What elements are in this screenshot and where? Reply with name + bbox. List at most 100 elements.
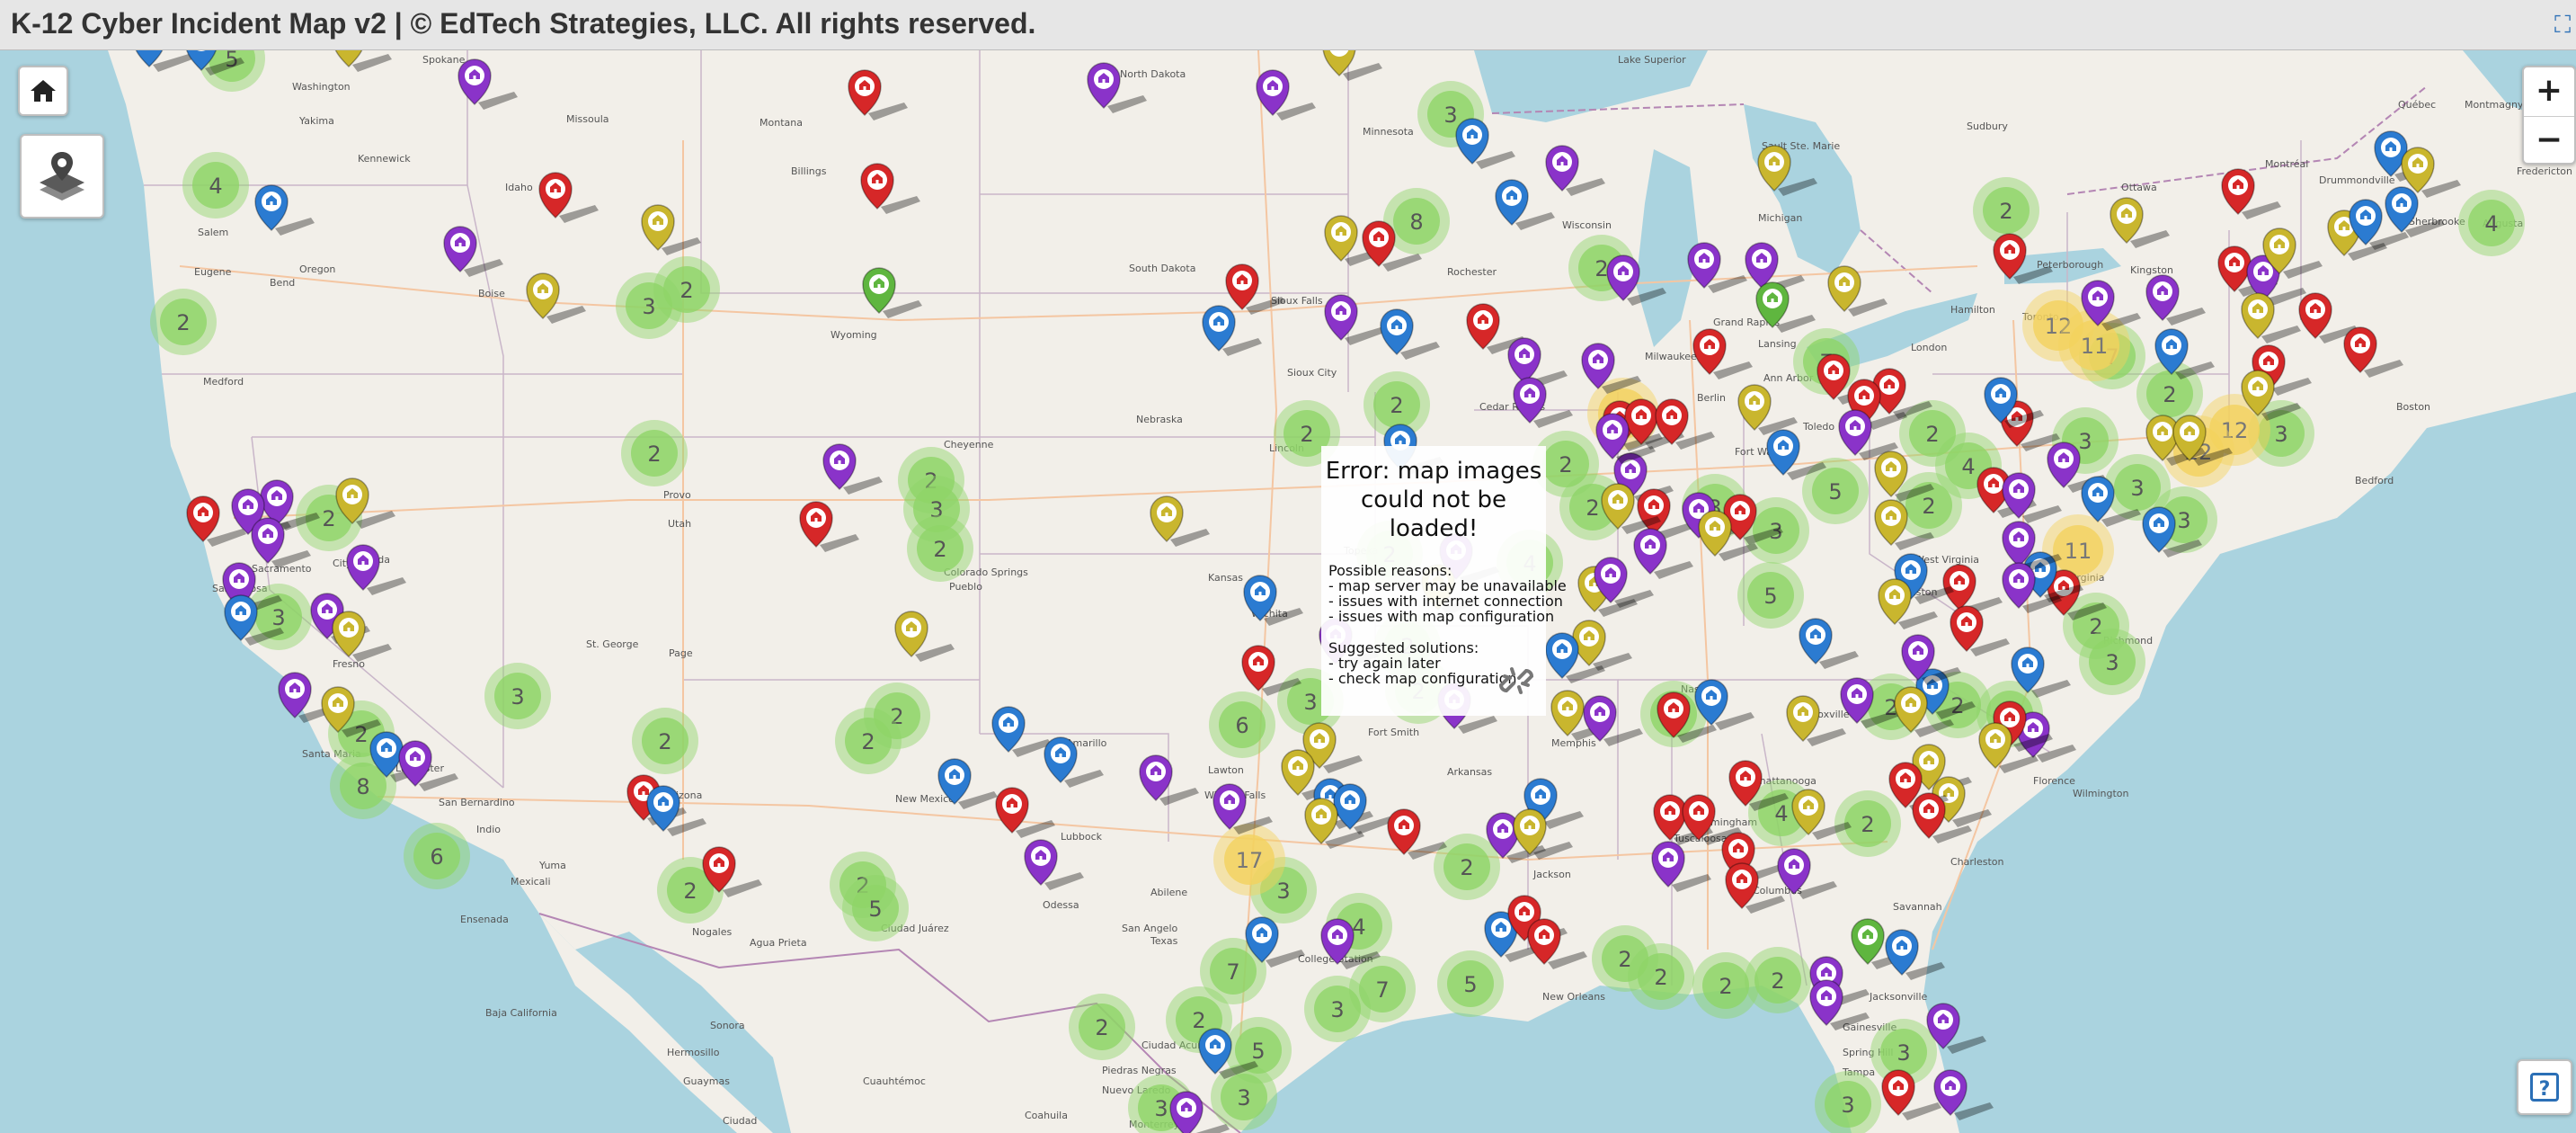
map-place-label: San Angelo	[1122, 923, 1177, 934]
map-place-label: Page	[669, 647, 693, 659]
cluster-marker[interactable]: 6	[404, 823, 470, 889]
map-place-label: Fredericton	[2517, 165, 2572, 177]
home-button[interactable]	[18, 66, 68, 116]
error-title: Error: map images could not be loaded!	[1321, 457, 1546, 543]
cluster-count: 2	[861, 729, 875, 754]
map-place-label: Eugene	[194, 266, 232, 278]
layers-button[interactable]	[20, 134, 104, 219]
cluster-marker[interactable]: 4	[2458, 190, 2525, 256]
map-place-label: Nebraska	[1136, 414, 1183, 425]
cluster-marker[interactable]: 2	[1896, 472, 1962, 539]
map-place-label: Ottawa	[2121, 182, 2157, 193]
map-place-label: Bedford	[2355, 475, 2394, 486]
layers-icon	[40, 152, 84, 201]
cluster-count: 3	[1154, 1096, 1168, 1121]
cluster-count: 2	[680, 278, 693, 303]
cluster-count: 2	[1594, 256, 1608, 281]
map-place-label: Charleston	[1950, 856, 2004, 868]
cluster-count: 17	[1236, 848, 1264, 873]
cluster-count: 2	[1719, 974, 1732, 999]
cluster-count: 2	[1925, 422, 1939, 447]
cluster-count: 4	[1774, 801, 1788, 826]
map-place-label: Hamilton	[1950, 304, 1995, 316]
zoom-in-button[interactable]: +	[2524, 67, 2574, 116]
cluster-count: 4	[2484, 211, 2498, 236]
error-overlay: Error: map images could not be loaded! P…	[1321, 446, 1567, 716]
cluster-marker[interactable]: 2	[907, 515, 973, 582]
map-place-label: Piedras Negras	[1102, 1065, 1177, 1076]
cluster-marker[interactable]: 2	[653, 256, 720, 323]
cluster-count: 2	[2163, 382, 2176, 407]
title-bar: K-12 Cyber Incident Map v2 | © EdTech St…	[0, 0, 2576, 50]
cluster-marker[interactable]: 6	[1209, 691, 1275, 758]
cluster-marker[interactable]: 2	[1628, 943, 1694, 1010]
large-cluster[interactable]: 17	[1213, 824, 1285, 896]
cluster-count: 3	[1841, 1093, 1854, 1118]
map-place-label: Nogales	[692, 926, 733, 938]
map-place-label: Provo	[663, 489, 691, 501]
help-button[interactable]: ?	[2517, 1059, 2572, 1115]
map-place-label: Mexicali	[511, 876, 551, 888]
cluster-count: 8	[1409, 210, 1423, 235]
map-place-label: North Dakota	[1120, 68, 1186, 80]
home-icon	[31, 80, 56, 102]
cluster-marker[interactable]: 7	[1349, 956, 1416, 1022]
map-place-label: Cuauhtémoc	[863, 1075, 926, 1087]
map-place-label: Baja California	[485, 1007, 557, 1019]
map-place-label: Odessa	[1043, 899, 1079, 911]
map-place-label: Lansing	[1758, 338, 1797, 350]
map-place-label: Spokane	[422, 54, 466, 66]
cluster-marker[interactable]: 2	[150, 289, 217, 355]
map-place-label: Kennewick	[358, 153, 411, 165]
map-place-label: Guaymas	[683, 1075, 730, 1087]
fullscreen-icon[interactable]: ⛶	[2554, 13, 2576, 38]
map-place-label: Rochester	[1447, 266, 1497, 278]
map-place-label: Medford	[203, 376, 244, 388]
map-place-label: Wyoming	[831, 329, 877, 341]
map-place-label: Hermosillo	[667, 1047, 720, 1058]
map-place-label: Ensenada	[460, 914, 509, 925]
cluster-marker[interactable]: 4	[182, 152, 249, 219]
map-place-label: New Orleans	[1542, 991, 1605, 1003]
map-place-label: Jacksonville	[1869, 991, 1928, 1003]
cluster-marker[interactable]: 2	[1069, 994, 1135, 1060]
cluster-count: 2	[1999, 199, 2012, 224]
map-place-label: London	[1911, 342, 1947, 353]
cluster-marker[interactable]: 2	[621, 420, 688, 486]
cluster-marker[interactable]: 5	[842, 875, 909, 941]
cluster-marker[interactable]: 2	[1745, 947, 1811, 1013]
cluster-count: 3	[1276, 879, 1290, 904]
map-place-label: Washington	[292, 81, 351, 93]
cluster-count: 3	[1896, 1040, 1910, 1066]
cluster-count: 5	[1763, 584, 1777, 609]
solutions-header: Suggested solutions:	[1328, 639, 1479, 656]
base-map: Washington Spokane Yakima Kennewick Missoula…	[0, 50, 2576, 1133]
map-place-label: Coahuila	[1025, 1110, 1068, 1121]
map-place-label: Missoula	[566, 113, 609, 125]
map-place-label: Lake Superior	[1618, 54, 1686, 66]
reason-item: - map server may be unavailable	[1328, 577, 1567, 594]
map-place-label: Idaho	[505, 182, 533, 193]
cluster-count: 3	[1330, 997, 1344, 1022]
map-place-label: Savannah	[1893, 901, 1942, 913]
zoom-out-button[interactable]: −	[2524, 116, 2574, 165]
cluster-marker[interactable]: 2	[632, 708, 698, 774]
map-place-label: Milwaukee	[1645, 351, 1697, 362]
cluster-marker[interactable]: 3	[484, 663, 551, 729]
cluster-count: 3	[511, 684, 524, 709]
cluster-marker[interactable]: 5	[1437, 950, 1504, 1017]
cluster-count: 2	[1192, 1008, 1205, 1033]
cluster-count: 3	[642, 294, 655, 319]
map-place-label: Agua Prieta	[750, 937, 807, 949]
map-place-label: South Dakota	[1129, 263, 1195, 274]
north-america-land	[0, 50, 2576, 1133]
cluster-count: 2	[647, 442, 661, 467]
cluster-marker[interactable]: 2	[835, 708, 902, 774]
cluster-marker[interactable]: 5	[1737, 562, 1804, 629]
cluster-marker[interactable]: 3	[2079, 629, 2145, 695]
map-viewport[interactable]: Washington Spokane Yakima Kennewick Missoula…	[0, 50, 2576, 1133]
map-place-label: Memphis	[1551, 737, 1596, 749]
map-place-label: Indio	[476, 824, 501, 835]
map-place-label: Florence	[2033, 775, 2075, 787]
reason-item: - issues with map configuration	[1328, 608, 1555, 625]
